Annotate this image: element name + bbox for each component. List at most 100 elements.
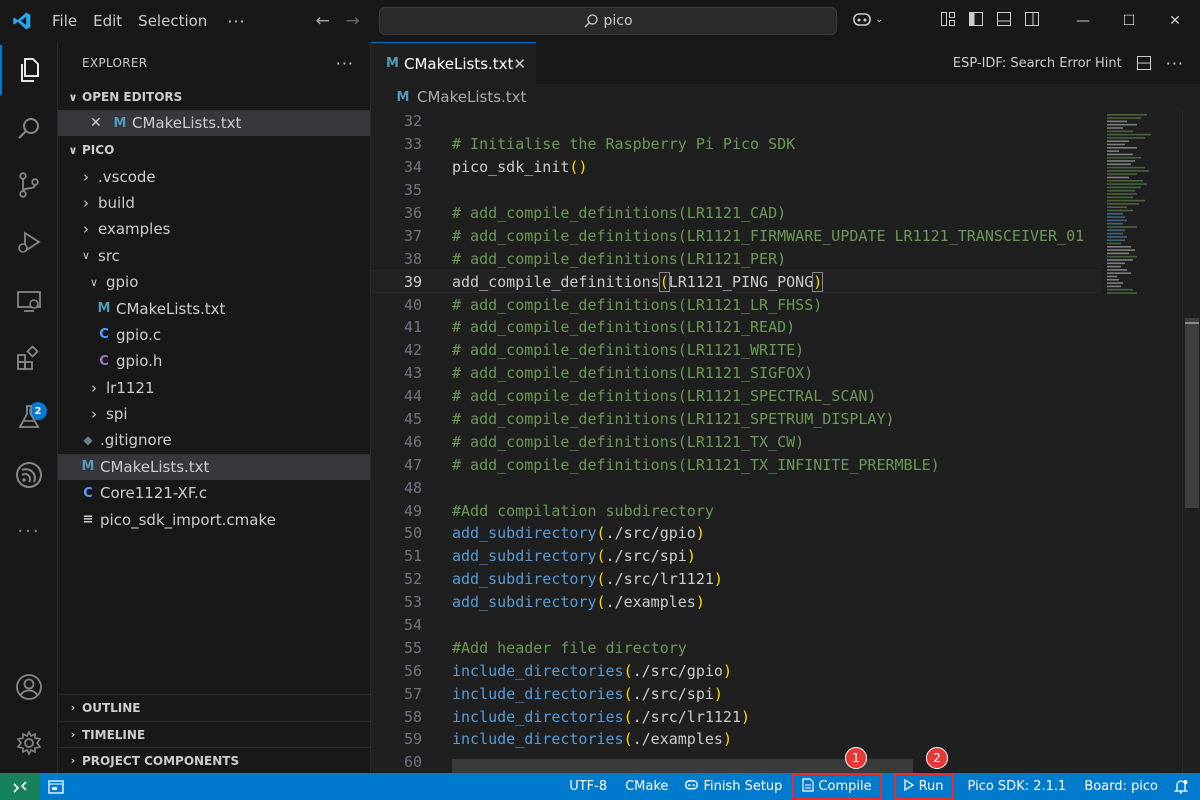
code-line[interactable]: 34 pico_sdk_init() bbox=[371, 156, 1101, 179]
horizontal-scrollbar[interactable] bbox=[452, 759, 913, 773]
tree-folder[interactable]: › examples bbox=[58, 216, 370, 242]
code-line[interactable]: 54 bbox=[371, 614, 1101, 637]
notifications-bell-icon[interactable] bbox=[1166, 773, 1196, 800]
settings-gear-icon[interactable] bbox=[0, 718, 58, 768]
finish-setup-button[interactable]: Finish Setup bbox=[676, 773, 790, 800]
minimap[interactable] bbox=[1101, 110, 1181, 773]
compile-button[interactable]: Compile bbox=[792, 773, 882, 800]
source-control-icon[interactable] bbox=[0, 160, 58, 210]
command-center-search[interactable]: pico bbox=[379, 7, 837, 35]
tree-file[interactable]: Cgpio.h bbox=[58, 348, 370, 374]
pico-sdk-status[interactable]: Pico SDK: 2.1.1 bbox=[960, 773, 1075, 800]
code-line[interactable]: 56 include_directories(./src/gpio) bbox=[371, 659, 1101, 682]
close-icon[interactable]: ✕ bbox=[513, 55, 526, 73]
back-arrow-icon[interactable]: ← bbox=[308, 11, 338, 31]
account-icon[interactable] bbox=[0, 662, 58, 712]
project-components-section[interactable]: › PROJECT COMPONENTS bbox=[58, 747, 371, 773]
open-editor-item[interactable]: ✕ M CMakeLists.txt bbox=[58, 110, 370, 137]
code-line[interactable]: 51 add_subdirectory(./src/spi) bbox=[371, 545, 1101, 568]
close-icon[interactable]: ✕ bbox=[90, 115, 110, 131]
code-line[interactable]: 39 add_compile_definitions(LR1121_PING_PO… bbox=[371, 270, 1101, 294]
remote-indicator-icon[interactable] bbox=[0, 773, 40, 800]
forward-arrow-icon[interactable]: → bbox=[338, 11, 368, 31]
tree-file[interactable]: M CMakeLists.txt bbox=[58, 295, 370, 321]
toggle-panel-icon[interactable] bbox=[996, 11, 1012, 27]
menu-selection[interactable]: Selection bbox=[130, 0, 215, 42]
tree-folder[interactable]: › .vscode bbox=[58, 163, 370, 189]
menu-file[interactable]: File bbox=[44, 0, 85, 42]
ports-icon[interactable] bbox=[40, 773, 72, 800]
workspace-label: PICO bbox=[82, 143, 115, 158]
maximize-icon[interactable]: ☐ bbox=[1106, 0, 1152, 42]
esp-idf-search-error-hint[interactable]: ESP-IDF: Search Error Hint bbox=[953, 56, 1122, 71]
code-line[interactable]: 48 bbox=[371, 476, 1101, 499]
outline-section[interactable]: › OUTLINE bbox=[58, 694, 371, 720]
testing-flask-icon[interactable] bbox=[0, 392, 58, 442]
code-line[interactable]: 59 include_directories(./examples) bbox=[371, 728, 1101, 751]
code-line[interactable]: 42 # add_compile_definitions(LR1121_WRITE… bbox=[371, 339, 1101, 362]
workspace-header[interactable]: ∨ PICO bbox=[58, 137, 370, 163]
tree-folder[interactable]: › lr1121 bbox=[58, 375, 370, 401]
code-line[interactable]: 55 #Add header file directory bbox=[371, 636, 1101, 659]
run-button[interactable]: Run bbox=[893, 773, 954, 800]
code-line[interactable]: 37 # add_compile_definitions(LR1121_FIRMW… bbox=[371, 224, 1101, 247]
code-line[interactable]: 47 # add_compile_definitions(LR1121_TX_IN… bbox=[371, 453, 1101, 476]
editor-more-actions-icon[interactable]: ··· bbox=[1166, 54, 1184, 73]
tree-folder[interactable]: › spi bbox=[58, 401, 370, 427]
menu-more-button[interactable]: ··· bbox=[215, 0, 257, 42]
tree-folder[interactable]: ∨ gpio bbox=[58, 269, 370, 295]
code-line[interactable]: 32 bbox=[371, 110, 1101, 133]
code-line[interactable]: 44 # add_compile_definitions(LR1121_SPECT… bbox=[371, 385, 1101, 408]
encoding-status[interactable]: UTF-8 bbox=[561, 773, 615, 800]
code-line[interactable]: 53 add_subdirectory(./examples) bbox=[371, 591, 1101, 614]
code-line[interactable]: 46 # add_compile_definitions(LR1121_TX_CW… bbox=[371, 430, 1101, 453]
tree-folder[interactable]: ∨ src bbox=[58, 243, 370, 269]
tree-file[interactable]: Cgpio.c bbox=[58, 322, 370, 348]
chevron-right-icon: › bbox=[83, 220, 89, 239]
code-line[interactable]: 50 add_subdirectory(./src/gpio) bbox=[371, 522, 1101, 545]
tree-file[interactable]: ≡ pico_sdk_import.cmake bbox=[58, 506, 370, 532]
extensions-icon[interactable] bbox=[0, 334, 58, 384]
menu-edit[interactable]: Edit bbox=[85, 0, 130, 42]
language-mode-status[interactable]: CMake bbox=[617, 773, 676, 800]
code-line[interactable]: 49 #Add compilation subdirectory bbox=[371, 499, 1101, 522]
code-line[interactable]: 58 include_directories(./src/lr1121) bbox=[371, 705, 1101, 728]
tree-folder[interactable]: › build bbox=[58, 190, 370, 216]
play-icon bbox=[903, 778, 914, 795]
close-window-icon[interactable]: ✕ bbox=[1152, 0, 1198, 42]
toggle-secondary-sidebar-icon[interactable] bbox=[1024, 11, 1040, 27]
code-line[interactable]: 35 bbox=[371, 179, 1101, 202]
board-status[interactable]: Board: pico bbox=[1076, 773, 1166, 800]
code-line[interactable]: 52 add_subdirectory(./src/lr1121) bbox=[371, 568, 1101, 591]
code-line[interactable]: 36 # add_compile_definitions(LR1121_CAD) bbox=[371, 202, 1101, 225]
code-line[interactable]: 38 # add_compile_definitions(LR1121_PER) bbox=[371, 247, 1101, 270]
tree-file[interactable]: ◆ .gitignore bbox=[58, 427, 370, 453]
open-editors-header[interactable]: ∨ OPEN EDITORS bbox=[58, 84, 370, 110]
more-views-icon[interactable]: ··· bbox=[0, 506, 58, 556]
code-line[interactable]: 40 # add_compile_definitions(LR1121_LR_FH… bbox=[371, 293, 1101, 316]
tab-cmakelists[interactable]: M CMakeLists.txt ✕ bbox=[371, 42, 536, 84]
run-debug-icon[interactable] bbox=[0, 217, 58, 267]
copilot-button[interactable]: ⌄ bbox=[852, 10, 883, 28]
code-line[interactable]: 33 # Initialise the Raspberry Pi Pico SDK bbox=[371, 133, 1101, 156]
toggle-primary-sidebar-icon[interactable] bbox=[968, 11, 984, 27]
code-line[interactable]: 57 include_directories(./src/spi) bbox=[371, 682, 1101, 705]
breadcrumb-file[interactable]: CMakeLists.txt bbox=[417, 88, 526, 106]
search-activity-icon[interactable] bbox=[0, 104, 58, 154]
remote-explorer-icon[interactable] bbox=[0, 276, 58, 326]
timeline-section[interactable]: › TIMELINE bbox=[58, 721, 371, 747]
customize-layout-icon[interactable] bbox=[940, 11, 956, 27]
tree-file[interactable]: C Core1121-XF.c bbox=[58, 480, 370, 506]
explorer-icon[interactable] bbox=[0, 45, 58, 95]
vertical-scrollbar[interactable] bbox=[1182, 110, 1200, 773]
code-editor[interactable]: 32 33 # Initialise the Raspberry Pi Pico S… bbox=[371, 110, 1101, 773]
code-line[interactable]: 41 # add_compile_definitions(LR1121_READ) bbox=[371, 316, 1101, 339]
minimize-icon[interactable]: — bbox=[1060, 0, 1106, 42]
code-line[interactable]: 43 # add_compile_definitions(LR1121_SIGFO… bbox=[371, 362, 1101, 385]
split-editor-icon[interactable] bbox=[1136, 55, 1152, 71]
code-line[interactable]: 45 # add_compile_definitions(LR1121_SPETR… bbox=[371, 408, 1101, 431]
tree-file[interactable]: M CMakeLists.txt bbox=[58, 453, 370, 481]
esp-idf-icon[interactable] bbox=[0, 450, 58, 500]
more-actions-icon[interactable]: ··· bbox=[336, 54, 354, 73]
scrollbar-thumb[interactable] bbox=[1185, 318, 1199, 508]
